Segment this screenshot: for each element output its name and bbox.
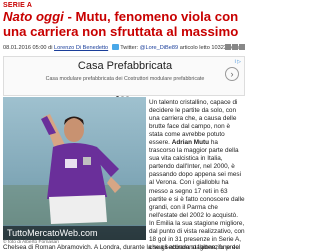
player-photo-illustration <box>3 97 146 240</box>
share-icon[interactable] <box>239 44 245 50</box>
headline-separator: - <box>63 9 76 24</box>
author-link[interactable]: Lorenzo Di Benedetto <box>54 45 108 51</box>
headline-kicker: Nato oggi <box>3 9 64 24</box>
print-icon[interactable] <box>225 44 231 50</box>
publish-date: 08.01.2016 05:00 <box>3 45 47 51</box>
twitter-label: Twitter: <box>120 45 139 51</box>
article-meta: 08.01.2016 05:00 di Lorenzo Di Benedetto… <box>3 44 245 55</box>
ad-next-arrow-icon[interactable]: › <box>225 67 239 81</box>
advertisement-banner[interactable]: i ▷ Casa Prefabbricata Casa modulare pre… <box>3 56 245 99</box>
article-headline: Nato oggi - Mutu, fenomeno viola con una… <box>3 9 245 39</box>
ad-title[interactable]: Casa Prefabbricata <box>10 60 240 72</box>
twitter-handle-link[interactable]: @Lore_DiBe89 <box>140 45 178 51</box>
article-body: Un talento cristallino, capace di decide… <box>149 99 245 252</box>
photo-watermark: TuttoMercatoWeb.com <box>3 226 146 240</box>
article-text-continued: Chelsea di Roman Abramovich. A Londra, d… <box>3 244 239 251</box>
share-icons <box>224 44 245 52</box>
player-name: Adrian Mutu <box>171 139 210 147</box>
article-photo: TuttoMercatoWeb.com <box>3 97 146 240</box>
section-label[interactable]: SERIE A <box>3 2 32 9</box>
article-text-main: ha trascorso la maggior parte della sua … <box>149 139 245 251</box>
twitter-icon <box>111 44 119 50</box>
author-prefix: di <box>48 45 53 51</box>
mail-icon[interactable] <box>232 44 238 50</box>
ad-subtitle[interactable]: Casa modulare prefabbricata dei Costrutt… <box>10 76 240 82</box>
